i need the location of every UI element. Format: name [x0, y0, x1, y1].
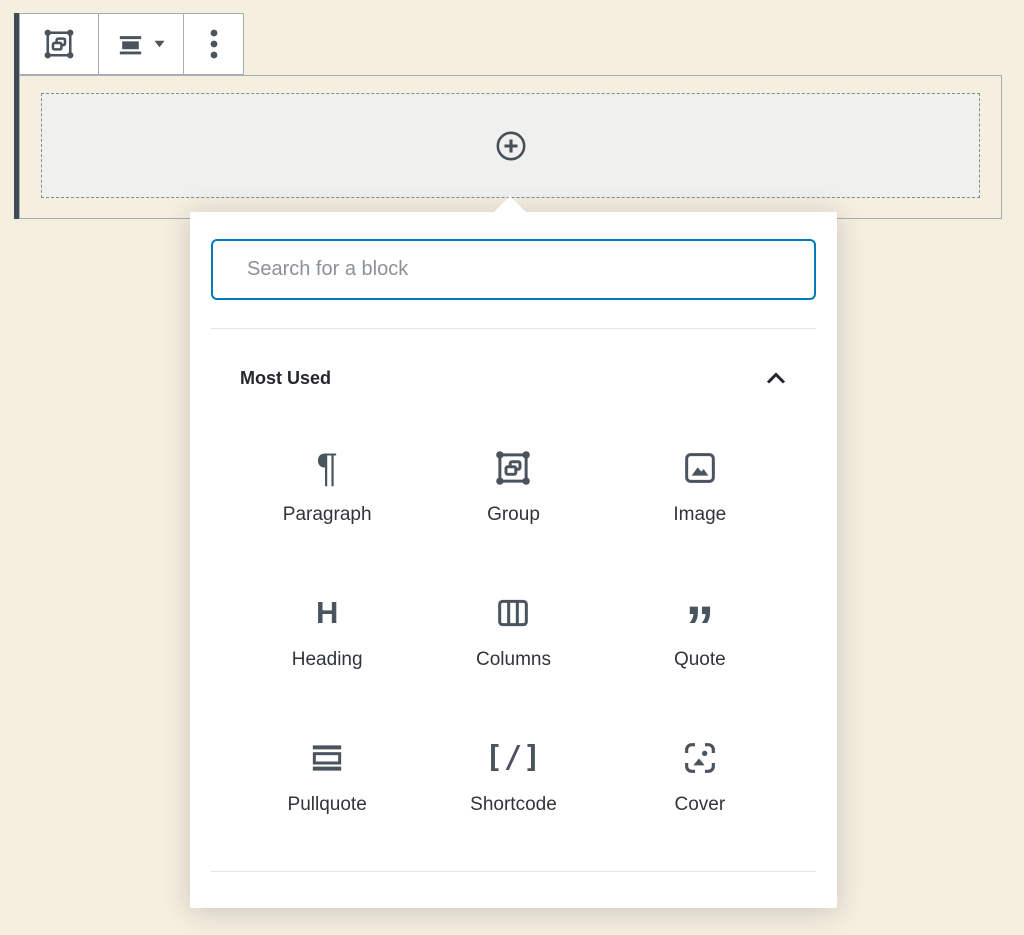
block-item-cover[interactable]: Cover [607, 703, 793, 848]
block-item-columns[interactable]: Columns [420, 558, 606, 703]
block-item-pullquote[interactable]: Pullquote [234, 703, 420, 848]
block-item-label: Paragraph [283, 504, 372, 526]
block-search-input[interactable] [211, 239, 816, 300]
pullquote-icon [304, 735, 350, 781]
block-inserter-popover: Most Used ¶ Paragraph [190, 212, 837, 908]
block-item-label: Cover [674, 794, 725, 816]
chevron-down-icon [154, 40, 165, 48]
divider [211, 871, 816, 872]
most-used-section-header[interactable]: Most Used [190, 353, 837, 403]
group-icon [490, 445, 536, 491]
block-item-heading[interactable]: H Heading [234, 558, 420, 703]
columns-icon [490, 590, 536, 636]
block-item-quote[interactable]: ” Quote [607, 558, 793, 703]
group-block-button[interactable] [20, 14, 99, 74]
block-item-label: Heading [292, 649, 363, 671]
shortcode-icon: [/] [490, 735, 536, 781]
image-icon [677, 445, 723, 491]
block-item-label: Image [673, 504, 726, 526]
block-item-image[interactable]: Image [607, 413, 793, 558]
block-item-label: Pullquote [288, 794, 367, 816]
change-alignment-button[interactable] [99, 14, 184, 74]
block-toolbar [19, 13, 244, 75]
align-icon [117, 31, 144, 58]
divider [211, 328, 816, 329]
block-item-paragraph[interactable]: ¶ Paragraph [234, 413, 420, 558]
more-options-button[interactable] [184, 14, 243, 74]
ellipsis-icon [209, 26, 219, 62]
chevron-up-icon[interactable] [765, 371, 787, 385]
block-item-label: Shortcode [470, 794, 557, 816]
popover-arrow [494, 196, 526, 212]
group-icon [41, 26, 77, 62]
heading-icon: H [304, 590, 350, 636]
block-item-group[interactable]: Group [420, 413, 606, 558]
block-item-shortcode[interactable]: [/] Shortcode [420, 703, 606, 848]
block-item-label: Group [487, 504, 540, 526]
cover-icon [677, 735, 723, 781]
block-type-grid: ¶ Paragraph Group [190, 413, 837, 848]
quote-icon: ” [677, 605, 723, 651]
block-item-label: Columns [476, 649, 551, 671]
paragraph-icon: ¶ [304, 445, 350, 491]
section-title: Most Used [240, 368, 331, 389]
plus-circle-icon [494, 129, 528, 163]
add-block-button[interactable] [493, 128, 529, 164]
group-block-placeholder[interactable] [41, 93, 980, 198]
